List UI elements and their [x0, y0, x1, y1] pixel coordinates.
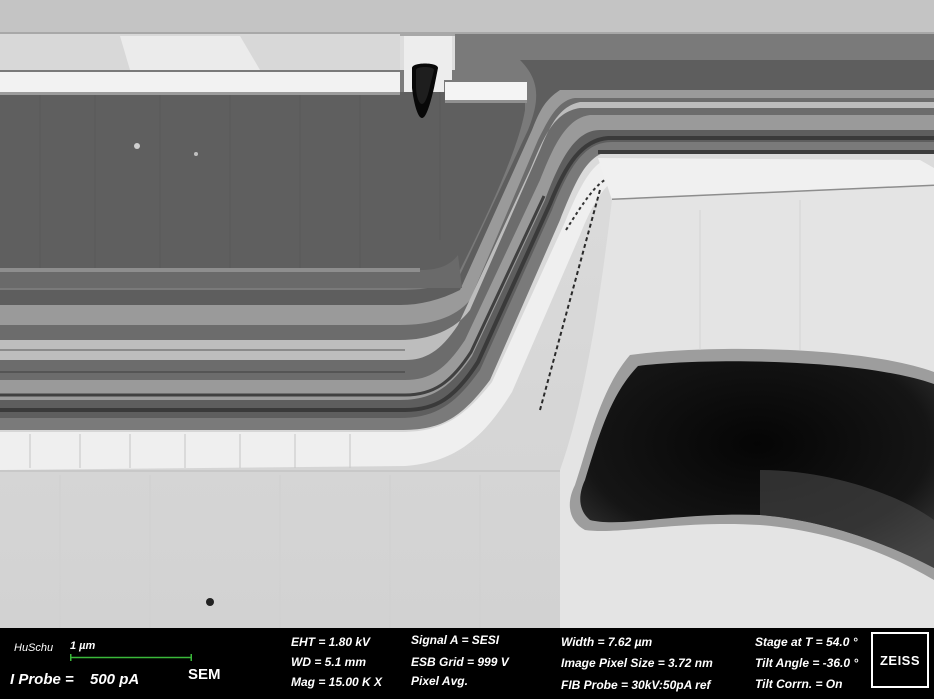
image-pixel-size: Image Pixel Size = 3.72 nm: [561, 656, 713, 670]
tilt-correction: Tilt Corrn. = On: [755, 677, 843, 691]
scale-label: 1 µm: [70, 640, 96, 652]
tilt-angle: Tilt Angle = -36.0 °: [755, 656, 859, 670]
stage-tilt: Stage at T = 54.0 °: [755, 635, 858, 649]
esb-grid: ESB Grid = 999 V: [411, 655, 509, 669]
detector-mode: SEM: [188, 666, 221, 683]
operator-name: HuSchu: [14, 642, 54, 654]
probe-current-value: 500 pA: [90, 671, 140, 688]
fib-probe: FIB Probe = 30kV:50pA ref: [561, 678, 711, 692]
scale-bar: [70, 654, 192, 661]
top-cap: [0, 0, 934, 34]
image-width: Width = 7.62 µm: [561, 635, 653, 649]
eht-value: EHT = 1.80 kV: [291, 635, 371, 649]
sem-info-bar: HuSchu 1 µm I Probe = 500 pA SEM EHT = 1…: [0, 628, 934, 699]
sem-micrograph: [0, 0, 934, 628]
zeiss-logo: ZEISS: [871, 632, 929, 688]
pixel-avg: Pixel Avg.: [411, 674, 468, 688]
upper-left-block: [0, 92, 525, 288]
working-distance: WD = 5.1 mm: [291, 655, 367, 669]
micrograph-drawing: [0, 0, 934, 628]
magnification: Mag = 15.00 K X: [291, 675, 383, 689]
probe-current-label: I Probe =: [10, 671, 74, 688]
signal-a: Signal A = SESI: [411, 633, 500, 647]
bright-liner-top: [0, 72, 400, 94]
zeiss-logo-text: ZEISS: [879, 652, 921, 668]
